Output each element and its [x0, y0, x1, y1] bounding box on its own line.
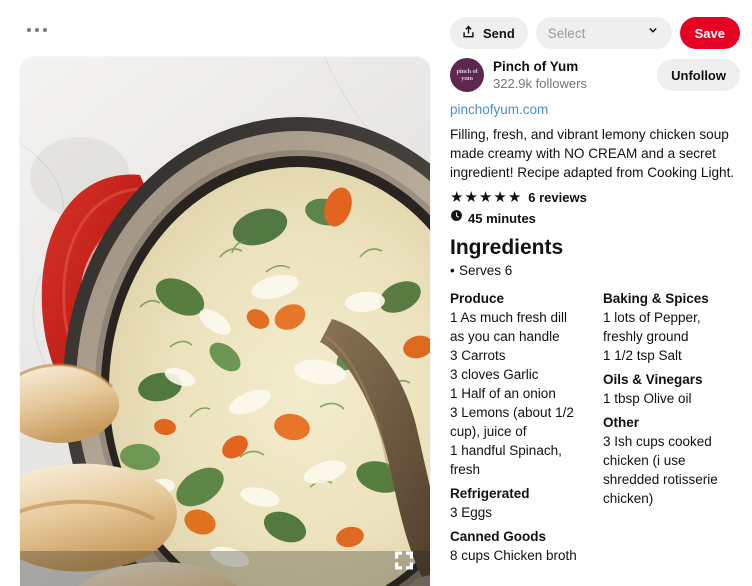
ingredient-item: 1 Half of an onion [450, 386, 556, 401]
ingredient-item: 3 Lemons (about 1/2 cup), juice of [450, 405, 574, 439]
unfollow-button[interactable]: Unfollow [657, 59, 740, 91]
pin-action-bar: Send Select Save [450, 0, 740, 54]
serves-label: Serves 6 [450, 261, 740, 280]
avatar-line-2: yum [461, 75, 473, 82]
pin-details-panel: Send Select Save pinch of yum Pinch of Y… [440, 0, 752, 586]
send-button-label: Send [483, 25, 515, 41]
creator-meta: Pinch of Yum 322.9k followers [493, 58, 648, 92]
ingredient-item: 1 As much fresh dill as you can handle [450, 310, 568, 344]
send-button[interactable]: Send [450, 17, 528, 49]
creator-followers: 322.9k followers [493, 76, 587, 91]
avatar[interactable]: pinch of yum [450, 58, 484, 92]
board-select[interactable]: Select [535, 17, 672, 49]
creator-row: pinch of yum Pinch of Yum 322.9k followe… [450, 54, 740, 98]
more-options-icon[interactable] [27, 24, 51, 36]
reviews-count: 6 reviews [528, 190, 587, 205]
save-button[interactable]: Save [679, 17, 740, 49]
board-select-value: Select [547, 25, 586, 41]
ingredient-item: 1 tbsp Olive oil [603, 391, 692, 406]
avatar-line-1: pinch of [456, 68, 478, 75]
ingredient-item: 8 cups Chicken broth [450, 548, 577, 563]
dot [43, 28, 47, 32]
cook-time-label: 45 minutes [468, 210, 536, 226]
pin-image-panel [0, 0, 440, 586]
ingredient-item: 1 1/2 tsp Salt [603, 348, 682, 363]
cook-time-row: 45 minutes [450, 207, 740, 230]
dot [27, 28, 31, 32]
dot [35, 28, 39, 32]
chevron-down-icon [646, 24, 660, 43]
ingredient-item: 1 handful Spinach, fresh [450, 443, 562, 477]
star-rating: ★ ★ ★ ★ ★ [450, 190, 521, 205]
pin-image[interactable] [20, 57, 430, 586]
creator-name[interactable]: Pinch of Yum [493, 58, 648, 75]
source-link[interactable]: pinchofyum.com [450, 98, 740, 125]
ingredient-category-heading: Produce [450, 291, 505, 306]
ingredient-category-heading: Baking & Spices [603, 291, 709, 306]
pin-detail-page: Send Select Save pinch of yum Pinch of Y… [0, 0, 752, 586]
ingredient-category-heading: Refrigerated [450, 486, 530, 501]
star-icon: ★ [478, 189, 493, 206]
pin-description: Filling, fresh, and vibrant lemony chick… [450, 127, 735, 180]
ingredient-category-heading: Oils & Vinegars [603, 372, 703, 387]
star-icon: ★ [450, 189, 464, 206]
ingredient-item: 3 Eggs [450, 505, 493, 520]
ingredient-item: 3 Ish cups cooked chicken (i use shredde… [603, 434, 718, 506]
expand-icon[interactable] [392, 548, 416, 572]
ingredients-column-1: Produce 1 As much fresh dill as you can … [450, 289, 595, 565]
star-icon: ★ [507, 189, 522, 206]
ingredient-category-heading: Canned Goods [450, 529, 547, 544]
rating-row: ★ ★ ★ ★ ★ 6 reviews [450, 187, 740, 207]
share-upload-icon [461, 24, 476, 42]
ingredient-item: 3 Carrots [450, 348, 506, 363]
ingredient-category-heading: Other [603, 415, 640, 430]
ingredient-item: 3 cloves Garlic [450, 367, 539, 382]
star-icon: ★ [464, 189, 478, 206]
ingredients-grid: Produce 1 As much fresh dill as you can … [450, 280, 740, 565]
star-icon: ★ [493, 189, 507, 206]
ingredient-item: 1 lots of Pepper, freshly ground [603, 310, 701, 344]
ingredients-heading: Ingredients [450, 236, 564, 259]
clock-icon [450, 209, 463, 227]
ingredients-column-2: Baking & Spices 1 lots of Pepper, freshl… [595, 289, 740, 565]
